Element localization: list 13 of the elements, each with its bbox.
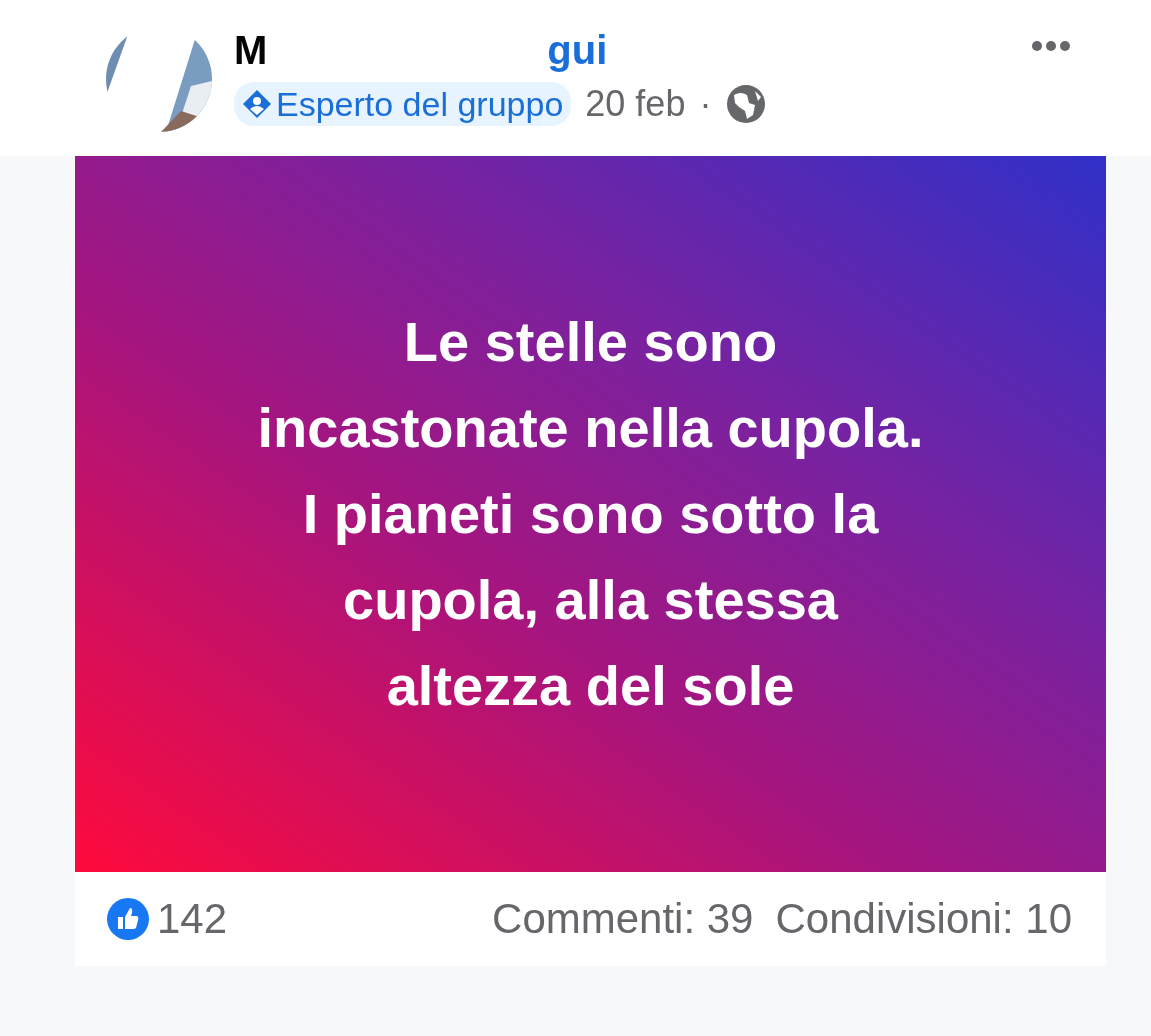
expert-icon	[242, 89, 272, 119]
author-name[interactable]: gui	[547, 26, 608, 74]
comment-count[interactable]: Commenti: 39	[492, 895, 754, 943]
more-icon[interactable]	[1031, 40, 1071, 52]
post-date[interactable]: 20 feb	[585, 83, 686, 125]
separator-dot: ·	[699, 83, 712, 125]
like-count[interactable]: 142	[157, 895, 228, 943]
author-name[interactable]: M	[234, 26, 268, 74]
share-count[interactable]: Condivisioni: 10	[775, 895, 1072, 943]
globe-icon	[725, 83, 768, 125]
expert-badge: Esperto del gruppo	[234, 82, 572, 126]
post-text: Le stelle sono incastonate nella cupola. I pianeti sono sotto la cupola, alla stessa altezza del sole	[257, 309, 924, 719]
like-icon[interactable]	[107, 898, 149, 940]
